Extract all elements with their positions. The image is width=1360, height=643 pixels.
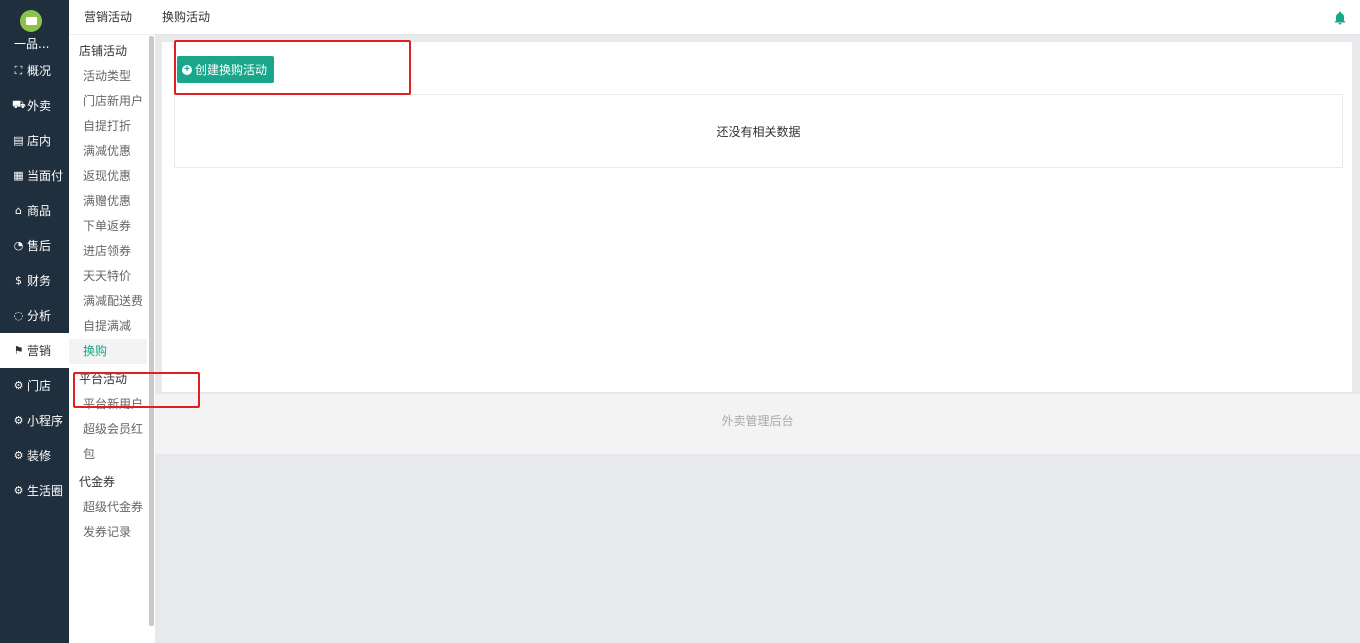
gear-icon: ⚙: [13, 414, 24, 427]
sub-sidebar-list: 店铺活动 活动类型 门店新用户 自提打折 满减优惠 返现优惠 满赠优惠 下单返券…: [69, 36, 149, 643]
nav-item-label: 门店: [27, 379, 52, 393]
chart-icon: ◌: [13, 309, 24, 322]
dashboard-icon: ⛶: [14, 63, 23, 77]
nav-item-label: 生活圈: [27, 484, 64, 498]
gear-icon: ⚙: [13, 379, 24, 392]
nav-item-life-circle[interactable]: ⚙ 生活圈: [0, 473, 69, 508]
nav-item-finance[interactable]: $ 财务: [0, 263, 69, 298]
sub-link-full-reduction[interactable]: 满减优惠: [69, 139, 147, 164]
sub-link-pickup-discount[interactable]: 自提打折: [69, 114, 147, 139]
nav-item-label: 售后: [27, 239, 52, 253]
nav-item-label: 概况: [27, 64, 52, 78]
bag-icon: ⌂: [15, 204, 22, 217]
nav-item-label: 财务: [27, 274, 52, 288]
sub-sidebar-title: 营销活动: [69, 0, 155, 35]
group-title-vouchers: 代金券: [79, 475, 116, 489]
sub-link-platform-new-users[interactable]: 平台新用户: [69, 392, 147, 417]
nav-item-label: 分析: [27, 309, 52, 323]
nav-item-label: 商品: [27, 204, 52, 218]
logo-icon[interactable]: [20, 10, 42, 32]
footer: 外卖管理后台: [155, 394, 1360, 454]
sub-link-order-coupon[interactable]: 下单返券: [69, 214, 147, 239]
money-icon: $: [15, 274, 22, 287]
sub-sidebar-scrollbar[interactable]: [149, 36, 154, 626]
sub-link-store-coupon[interactable]: 进店领券: [69, 239, 147, 264]
nav-item-marketing[interactable]: ⚑ 营销: [0, 333, 69, 368]
create-exchange-activity-button[interactable]: + 创建换购活动: [177, 56, 275, 83]
nav-item-dine-in[interactable]: ▤ 店内: [0, 123, 69, 158]
nav-item-label: 营销: [27, 344, 52, 358]
gear-icon: ⚙: [13, 484, 24, 497]
nav-item-decorate[interactable]: ⚙ 装修: [0, 438, 69, 473]
nav-item-overview[interactable]: ⛶ 概况: [0, 53, 69, 88]
nav-menu: ⛶ 概况 ⛟ 外卖 ▤ 店内 ▦ 当面付 ⌂ 商品 ◔ 售后 $ 财务 ◌ 分析 ⚑ 营销 ⚙ 门店…: [0, 53, 69, 508]
nav-item-store[interactable]: ⚙ 门店: [0, 368, 69, 403]
content-panel: + 创建换购活动 还没有相关数据: [161, 41, 1353, 393]
sub-link-new-store-users[interactable]: 门店新用户: [69, 89, 147, 114]
sub-link-delivery-fee-reduction[interactable]: 满减配送费: [69, 289, 147, 314]
nav-item-analysis[interactable]: ◌ 分析: [0, 298, 69, 333]
gear-icon: ⚙: [13, 449, 24, 462]
receipt-icon: ▦: [13, 169, 24, 182]
sub-link-super-member-redpacket[interactable]: 超级会员红包: [69, 417, 147, 467]
sub-link-activity-types[interactable]: 活动类型: [69, 64, 147, 89]
empty-state: 还没有相关数据: [174, 94, 1343, 168]
sub-link-daily-special[interactable]: 天天特价: [69, 264, 147, 289]
nav-item-label: 店内: [27, 134, 52, 148]
top-header: 换购活动: [155, 0, 1360, 35]
sub-link-full-gift[interactable]: 满赠优惠: [69, 189, 147, 214]
sub-link-pickup-reduction[interactable]: 自提满减: [69, 314, 147, 339]
nav-item-label: 小程序: [27, 414, 64, 428]
aftersale-icon: ◔: [13, 239, 24, 252]
group-title-store-activities: 店铺活动: [79, 44, 128, 58]
create-button-label: 创建换购活动: [195, 63, 268, 77]
marketing-icon: ⚑: [13, 344, 24, 357]
plus-circle-icon: +: [182, 64, 192, 75]
brand-name: 一品...: [14, 37, 50, 51]
nav-item-label: 装修: [27, 449, 52, 463]
sub-sidebar: 营销活动 店铺活动 活动类型 门店新用户 自提打折 满减优惠 返现优惠 满赠优惠…: [69, 0, 155, 643]
nav-item-face-pay[interactable]: ▦ 当面付: [0, 158, 69, 193]
nav-item-aftersale[interactable]: ◔ 售后: [0, 228, 69, 263]
main-nav: 一品... ⛶ 概况 ⛟ 外卖 ▤ 店内 ▦ 当面付 ⌂ 商品 ◔ 售后 $ 财务 ◌ 分析 ⚑…: [0, 0, 69, 643]
sub-link-coupon-records[interactable]: 发券记录: [69, 520, 147, 545]
page-title: 换购活动: [162, 10, 211, 24]
nav-item-products[interactable]: ⌂ 商品: [0, 193, 69, 228]
group-title-platform-activities: 平台活动: [79, 372, 128, 386]
nav-item-delivery[interactable]: ⛟ 外卖: [0, 88, 69, 123]
bell-icon[interactable]: [1334, 11, 1346, 25]
nav-item-label: 外卖: [27, 99, 52, 113]
nav-item-miniprogram[interactable]: ⚙ 小程序: [0, 403, 69, 438]
nav-item-label: 当面付: [27, 169, 64, 183]
store-icon: ▤: [13, 134, 24, 147]
empty-state-text: 还没有相关数据: [716, 124, 801, 139]
delivery-icon: ⛟: [12, 98, 26, 111]
sub-link-cashback[interactable]: 返现优惠: [69, 164, 147, 189]
sub-link-super-voucher[interactable]: 超级代金券: [69, 495, 147, 520]
sub-link-exchange[interactable]: 换购: [69, 339, 147, 364]
footer-text: 外卖管理后台: [721, 414, 794, 428]
